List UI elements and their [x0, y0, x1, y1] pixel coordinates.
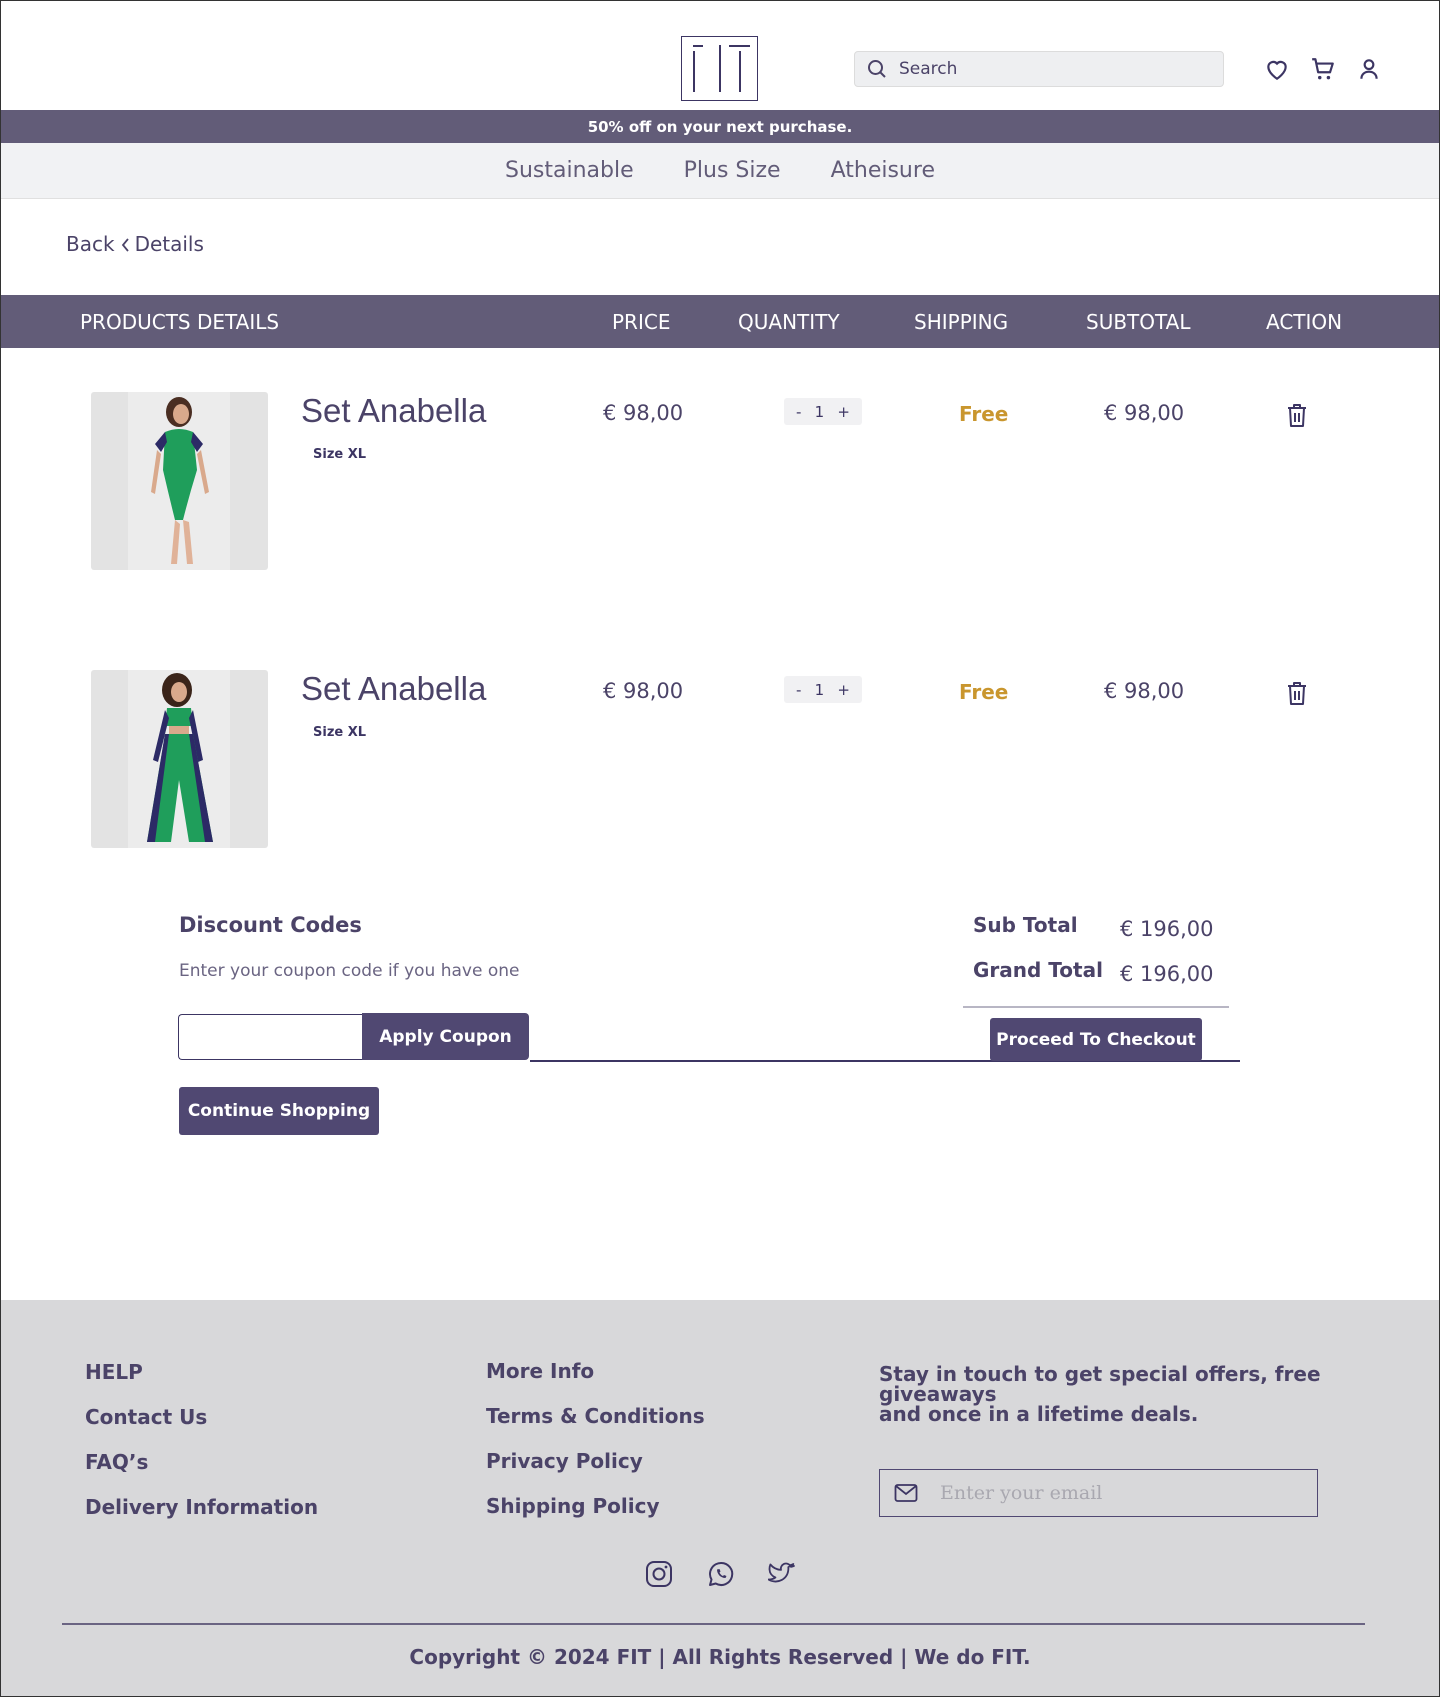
- cart-row: Set Anabella Size XL € 98,00 - 1 + Free …: [0, 670, 1440, 850]
- footer-more-info-heading: More Info: [486, 1359, 595, 1383]
- search-icon: [868, 60, 886, 78]
- quantity-stepper[interactable]: - 1 +: [784, 676, 862, 703]
- col-shipping: SHIPPING: [914, 310, 1009, 334]
- cart-row: Set Anabella Size XL € 98,00 - 1 + Free …: [0, 392, 1440, 572]
- footer-link-shipping-policy[interactable]: Shipping Policy: [486, 1494, 660, 1518]
- coupon-input[interactable]: [178, 1014, 362, 1060]
- product-name[interactable]: Set Anabella: [301, 392, 486, 430]
- grand-total-label: Grand Total: [973, 958, 1103, 982]
- sub-total-value: € 196,00: [1120, 917, 1214, 941]
- product-size: Size XL: [313, 447, 367, 462]
- site-header: [0, 0, 1440, 110]
- footer-link-contact-us[interactable]: Contact Us: [85, 1405, 207, 1429]
- nav-plus-size[interactable]: Plus Size: [684, 158, 781, 183]
- site-footer: HELP Contact Us FAQ’s Delivery Informati…: [0, 1300, 1440, 1697]
- col-action: ACTION: [1266, 310, 1343, 334]
- instagram-icon[interactable]: [645, 1560, 673, 1588]
- sub-total-label: Sub Total: [973, 913, 1078, 937]
- mail-icon: [894, 1484, 918, 1502]
- newsletter-text: Stay in touch to get special offers, fre…: [879, 1364, 1389, 1424]
- newsletter-line-1: Stay in touch to get special offers, fre…: [879, 1362, 1321, 1406]
- user-icon[interactable]: [1356, 56, 1382, 82]
- breadcrumb-current: Details: [134, 232, 204, 256]
- col-price: PRICE: [612, 310, 671, 334]
- continue-shopping-button[interactable]: Continue Shopping: [179, 1087, 379, 1135]
- apply-coupon-button[interactable]: Apply Coupon: [362, 1013, 529, 1060]
- promo-banner: 50% off on your next purchase.: [0, 110, 1440, 143]
- twitter-icon[interactable]: [768, 1560, 796, 1588]
- qty-value: 1: [814, 402, 825, 421]
- search-bar[interactable]: [854, 51, 1224, 87]
- footer-help-heading: HELP: [85, 1360, 143, 1384]
- footer-divider: [62, 1623, 1365, 1625]
- qty-increase-button[interactable]: +: [837, 681, 850, 699]
- col-subtotal: SUBTOTAL: [1086, 310, 1191, 334]
- breadcrumb: Back Details: [66, 232, 204, 256]
- qty-decrease-button[interactable]: -: [796, 403, 801, 421]
- product-size: Size XL: [313, 725, 367, 740]
- footer-link-privacy[interactable]: Privacy Policy: [486, 1449, 643, 1473]
- row-subtotal: € 98,00: [1104, 679, 1185, 703]
- back-link[interactable]: Back: [66, 232, 115, 256]
- copyright-text: Copyright © 2024 FIT | All Rights Reserv…: [409, 1645, 1031, 1669]
- nav-atheisure[interactable]: Atheisure: [831, 158, 935, 183]
- shipping-value: Free: [959, 402, 1009, 426]
- qty-decrease-button[interactable]: -: [796, 681, 801, 699]
- category-nav: Sustainable Plus Size Atheisure: [0, 143, 1440, 199]
- product-price: € 98,00: [603, 401, 684, 425]
- cart-table-header: PRODUCTS DETAILS PRICE QUANTITY SHIPPING…: [0, 295, 1440, 348]
- footer-link-terms[interactable]: Terms & Conditions: [486, 1404, 705, 1428]
- discount-description: Enter your coupon code if you have one: [179, 961, 520, 981]
- footer-link-delivery-information[interactable]: Delivery Information: [85, 1495, 318, 1519]
- quantity-stepper[interactable]: - 1 +: [784, 398, 862, 425]
- qty-increase-button[interactable]: +: [837, 403, 850, 421]
- heart-icon[interactable]: [1264, 56, 1290, 82]
- trash-icon[interactable]: [1285, 402, 1309, 428]
- qty-value: 1: [814, 680, 825, 699]
- col-quantity: QUANTITY: [738, 310, 840, 334]
- search-input[interactable]: [899, 59, 1199, 79]
- col-products: PRODUCTS DETAILS: [80, 310, 280, 334]
- totals-divider: [963, 1006, 1229, 1008]
- product-price: € 98,00: [603, 679, 684, 703]
- chevron-left-icon: [121, 238, 129, 252]
- whatsapp-icon[interactable]: [707, 1560, 735, 1588]
- product-image[interactable]: [91, 670, 268, 848]
- promo-text: 50% off on your next purchase.: [587, 117, 853, 136]
- discount-title: Discount Codes: [179, 913, 362, 937]
- newsletter-line-2: and once in a lifetime deals.: [879, 1402, 1199, 1426]
- footer-link-faqs[interactable]: FAQ’s: [85, 1450, 148, 1474]
- nav-sustainable[interactable]: Sustainable: [505, 158, 634, 183]
- proceed-to-checkout-button[interactable]: Proceed To Checkout: [990, 1018, 1202, 1061]
- shipping-value: Free: [959, 680, 1009, 704]
- product-image[interactable]: [91, 392, 268, 570]
- trash-icon[interactable]: [1285, 680, 1309, 706]
- product-name[interactable]: Set Anabella: [301, 670, 486, 708]
- grand-total-value: € 196,00: [1120, 962, 1214, 986]
- row-subtotal: € 98,00: [1104, 401, 1185, 425]
- cart-icon[interactable]: [1310, 56, 1336, 82]
- email-input[interactable]: [940, 1482, 1300, 1504]
- newsletter-email-field[interactable]: [879, 1469, 1318, 1517]
- fit-logo[interactable]: [681, 36, 758, 101]
